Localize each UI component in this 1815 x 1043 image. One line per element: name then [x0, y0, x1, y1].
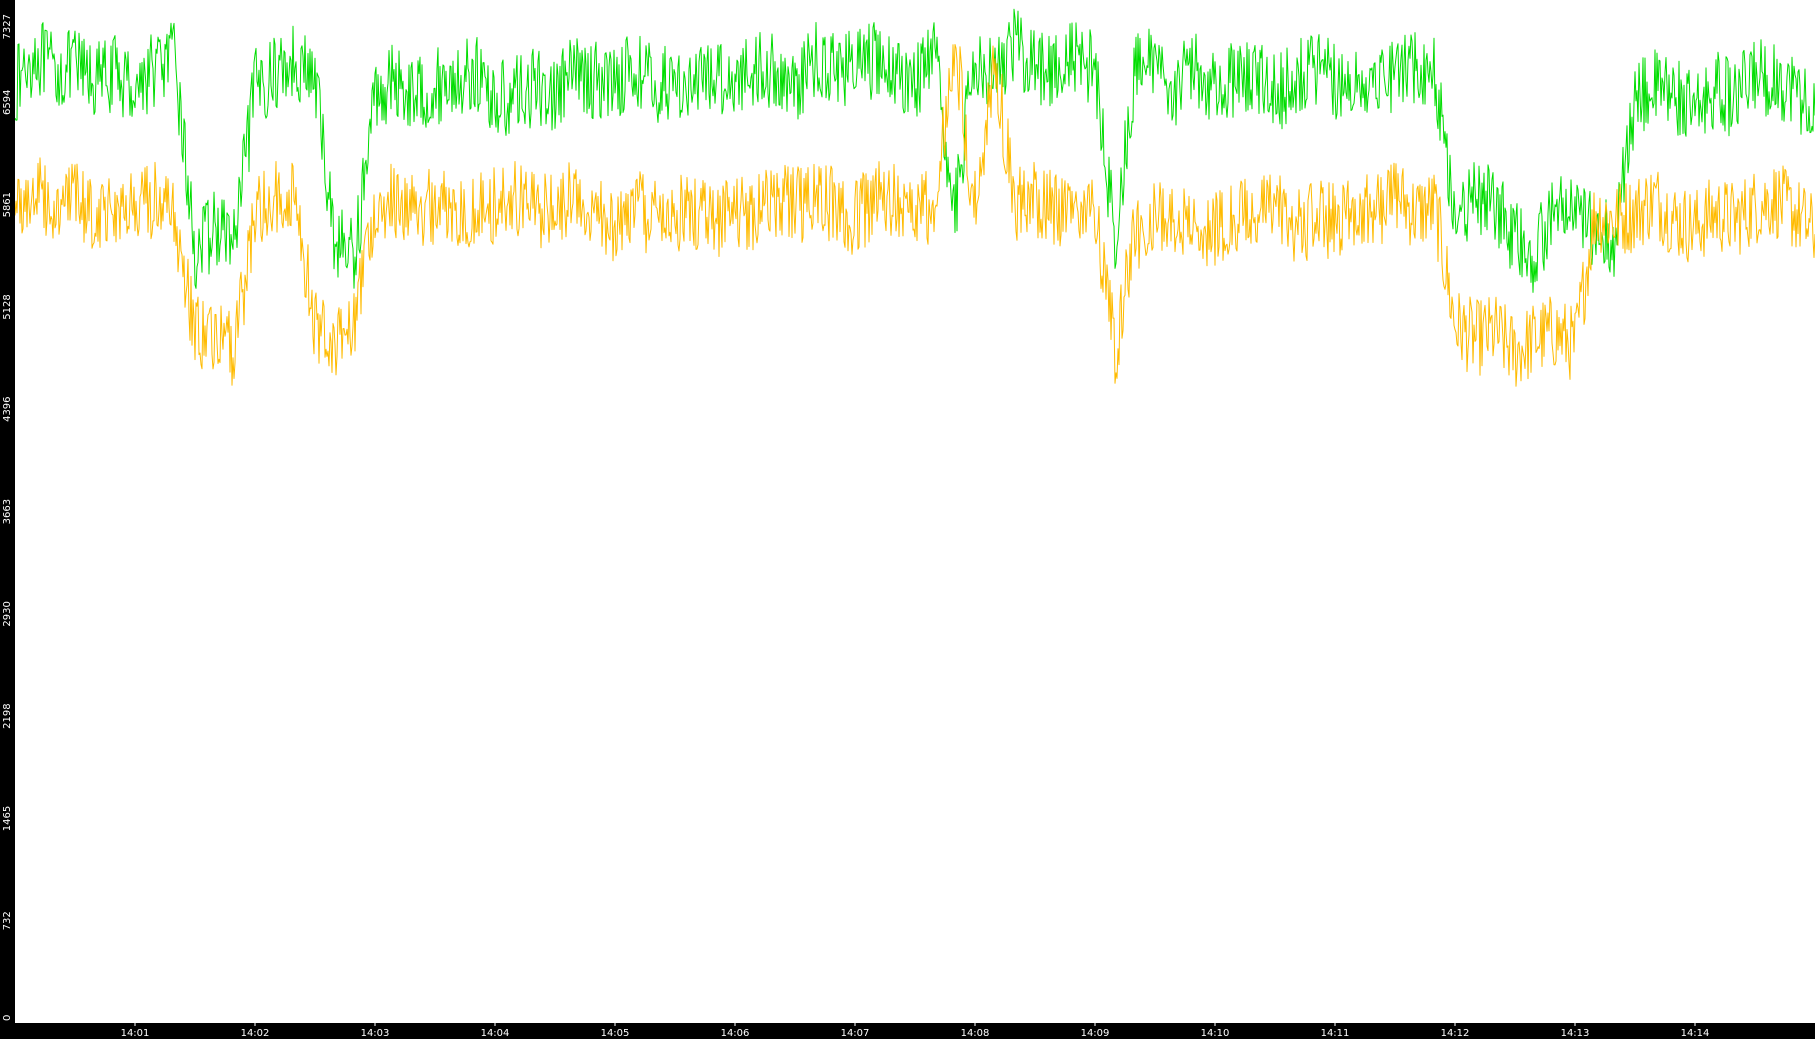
x-tick-label: 14:09 [1081, 1028, 1110, 1039]
x-axis-band [0, 1023, 1815, 1039]
y-tick-label: 2198 [2, 703, 13, 728]
x-tick-label: 14:08 [961, 1028, 990, 1039]
x-tick-label: 14:02 [241, 1028, 270, 1039]
plot-background [0, 0, 1815, 1039]
x-tick-label: 14:06 [721, 1028, 750, 1039]
x-tick-label: 14:03 [361, 1028, 390, 1039]
x-axis: 14:01 14:02 14:03 14:04 14:05 14:06 14:07 14:08… [0, 1023, 1815, 1039]
y-tick-label: 3663 [2, 499, 13, 524]
x-tick-label: 14:12 [1441, 1028, 1470, 1039]
x-tick-label: 14:05 [601, 1028, 630, 1039]
y-tick-label: 0 [2, 1015, 13, 1021]
x-tick-label: 14:11 [1321, 1028, 1350, 1039]
x-tick-label: 14:14 [1681, 1028, 1710, 1039]
x-tick-label: 14:01 [121, 1028, 150, 1039]
x-tick-label: 14:07 [841, 1028, 870, 1039]
y-tick-label: 732 [2, 911, 13, 930]
y-tick-label: 6594 [2, 90, 13, 115]
y-tick-label: 2930 [2, 601, 13, 626]
y-axis: 0 732 1465 2198 2930 3663 4396 5128 5861 6594 7327 [0, 0, 15, 1039]
line-chart: 0 732 1465 2198 2930 3663 4396 5128 5861 6594 7327… [0, 0, 1815, 1039]
y-tick-label: 5128 [2, 294, 13, 319]
y-tick-label: 7327 [2, 14, 13, 39]
x-tick-label: 14:04 [481, 1028, 510, 1039]
y-tick-label: 5861 [2, 192, 13, 217]
x-tick-label: 14:10 [1201, 1028, 1230, 1039]
x-tick-label: 14:13 [1561, 1028, 1590, 1039]
y-tick-label: 4396 [2, 396, 13, 421]
y-tick-label: 1465 [2, 806, 13, 831]
chart-container: 0 732 1465 2198 2930 3663 4396 5128 5861 6594 7327… [0, 0, 1815, 1039]
